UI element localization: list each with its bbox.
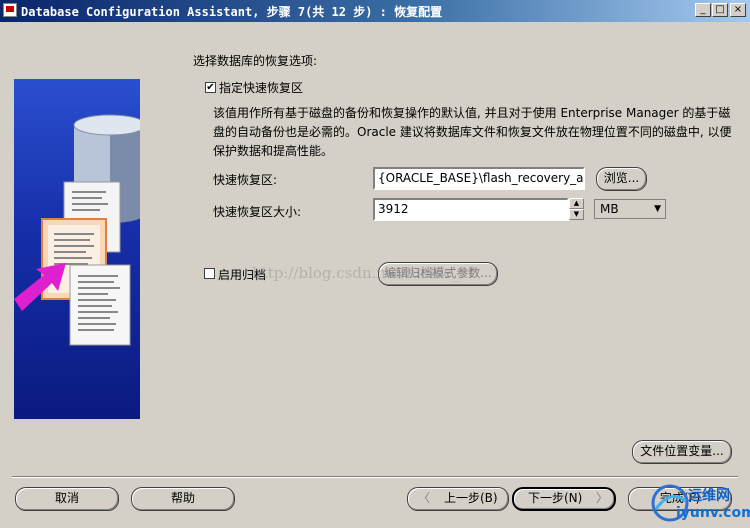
logo-top-text: 运维网 bbox=[688, 488, 730, 504]
minimize-button[interactable]: _ bbox=[695, 3, 711, 17]
site-logo: 运维网 iyunv.com bbox=[648, 483, 750, 525]
fra-size-spinner[interactable]: ▲ ▼ bbox=[569, 198, 584, 221]
back-button[interactable]: 〈 上一步(B) bbox=[407, 487, 509, 511]
spin-down-icon[interactable]: ▼ bbox=[569, 209, 584, 220]
back-button-label: 上一步(B) bbox=[444, 491, 498, 505]
cancel-button[interactable]: 取消 bbox=[15, 487, 119, 511]
fra-description: 该值用作所有基于磁盘的备份和恢复操作的默认值, 并且对于使用 Enterpris… bbox=[213, 106, 732, 158]
fra-size-input[interactable]: 3912 bbox=[373, 198, 569, 221]
browse-button[interactable]: 浏览... bbox=[596, 167, 647, 191]
app-icon[interactable] bbox=[3, 3, 17, 17]
blog-watermark: http://blog.csdn.net/luolee_xi bbox=[252, 264, 473, 282]
unit-value: MB bbox=[600, 202, 619, 216]
close-button[interactable]: × bbox=[730, 3, 746, 17]
recovery-options-heading: 选择数据库的恢复选项: bbox=[193, 54, 318, 68]
side-illustration bbox=[14, 79, 140, 419]
database-recovery-illustration bbox=[14, 114, 140, 346]
archive-checkbox[interactable] bbox=[204, 268, 215, 279]
next-arrow-icon: 〉 bbox=[596, 491, 609, 505]
footer-separator bbox=[12, 476, 738, 478]
file-location-variables-button[interactable]: 文件位置变量... bbox=[632, 440, 732, 464]
fra-checkbox-label[interactable]: 指定快速恢复区 bbox=[219, 79, 303, 96]
fra-checkbox[interactable]: ✔ bbox=[205, 82, 216, 93]
fra-location-input[interactable]: {ORACLE_BASE}\flash_recovery_area bbox=[373, 167, 585, 190]
fra-size-unit-select[interactable]: MB ▼ bbox=[594, 199, 666, 219]
window-title: Database Configuration Assistant, 步骤 7(共… bbox=[21, 5, 443, 19]
next-button-label: 下一步(N) bbox=[528, 491, 583, 505]
fra-size-label: 快速恢复区大小: bbox=[213, 205, 302, 219]
spin-up-icon[interactable]: ▲ bbox=[569, 198, 584, 209]
help-button[interactable]: 帮助 bbox=[131, 487, 235, 511]
chevron-down-icon[interactable]: ▼ bbox=[654, 204, 661, 214]
next-button[interactable]: 下一步(N) 〉 bbox=[512, 487, 616, 511]
title-bar: Database Configuration Assistant, 步骤 7(共… bbox=[0, 0, 750, 22]
logo-bottom-text: iyunv.com bbox=[676, 505, 750, 521]
maximize-button[interactable]: □ bbox=[712, 3, 728, 17]
fra-location-label: 快速恢复区: bbox=[213, 173, 278, 187]
back-arrow-icon: 〈 bbox=[418, 491, 431, 505]
